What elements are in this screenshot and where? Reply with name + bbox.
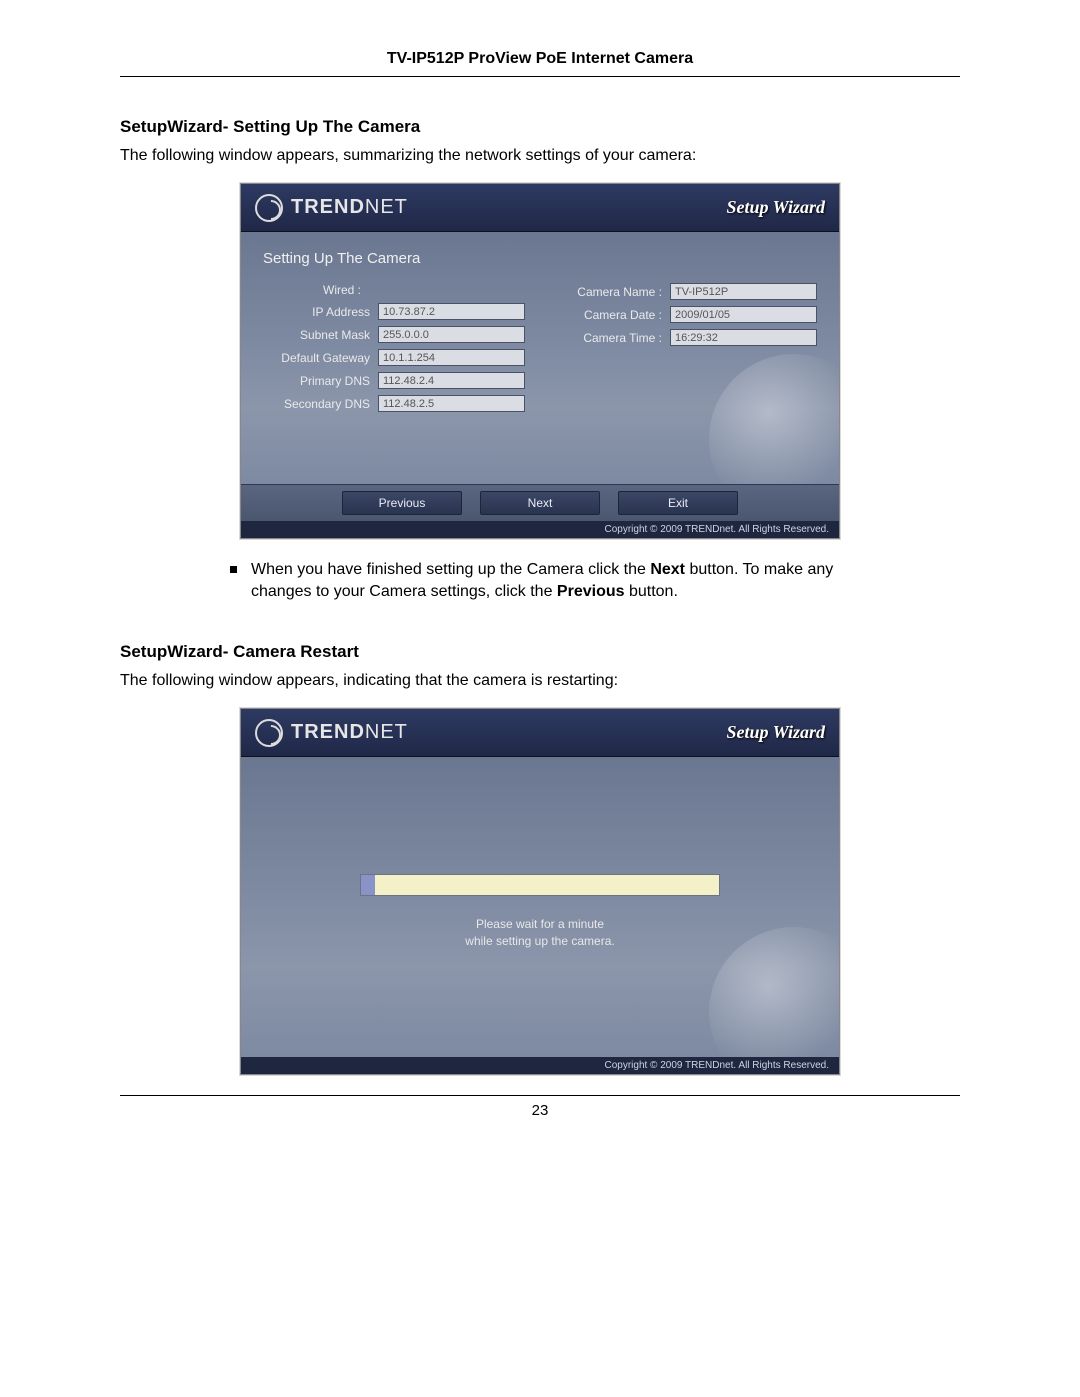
bullet-icon <box>230 566 237 573</box>
camera-date-field[interactable]: 2009/01/05 <box>670 306 817 323</box>
subnet-mask-field[interactable]: 255.0.0.0 <box>378 326 525 343</box>
section1-intro: The following window appears, summarizin… <box>120 147 960 165</box>
default-gateway-label: Default Gateway <box>263 351 378 365</box>
wizard-copyright-2: Copyright © 2009 TRENDnet. All Rights Re… <box>241 1057 839 1074</box>
primary-dns-field[interactable]: 112.48.2.4 <box>378 372 525 389</box>
wired-header: Wired : <box>263 283 525 297</box>
document-header: TV-IP512P ProView PoE Internet Camera <box>120 50 960 77</box>
primary-dns-label: Primary DNS <box>263 374 378 388</box>
decorative-globe-icon-2 <box>709 927 839 1057</box>
wait-message: Please wait for a minute while setting u… <box>465 916 614 950</box>
section1-title: SetupWizard- Setting Up The Camera <box>120 117 960 137</box>
camera-name-field[interactable]: TV-IP512P <box>670 283 817 300</box>
ip-address-field[interactable]: 10.73.87.2 <box>378 303 525 320</box>
wizard-body-wait: Please wait for a minute while setting u… <box>241 757 839 1057</box>
brand-text-2: TRENDNET <box>291 721 408 744</box>
secondary-dns-label: Secondary DNS <box>263 397 378 411</box>
bullet-text: When you have finished setting up the Ca… <box>251 559 870 602</box>
wizard-body: Setting Up The Camera Wired : IP Address… <box>241 232 839 484</box>
secondary-dns-field[interactable]: 112.48.2.5 <box>378 395 525 412</box>
setup-wizard-window-2: TRENDNET Setup Wizard Please wait for a … <box>240 708 840 1075</box>
progress-bar <box>360 874 720 896</box>
default-gateway-field[interactable]: 10.1.1.254 <box>378 349 525 366</box>
camera-name-label: Camera Name : <box>555 285 670 299</box>
exit-button[interactable]: Exit <box>618 491 738 515</box>
brand-text: TRENDNET <box>291 196 408 219</box>
camera-time-field[interactable]: 16:29:32 <box>670 329 817 346</box>
wizard-title-2: Setup Wizard <box>726 722 825 743</box>
wizard-banner-2: TRENDNET Setup Wizard <box>241 709 839 757</box>
panel-title: Setting Up The Camera <box>263 250 817 267</box>
subnet-mask-label: Subnet Mask <box>263 328 378 342</box>
wizard-copyright: Copyright © 2009 TRENDnet. All Rights Re… <box>241 521 839 538</box>
section2-title: SetupWizard- Camera Restart <box>120 642 960 662</box>
wizard-title: Setup Wizard <box>726 197 825 218</box>
camera-info-column: Camera Name : TV-IP512P Camera Date : 20… <box>555 283 817 418</box>
next-button[interactable]: Next <box>480 491 600 515</box>
wizard-button-bar: Previous Next Exit <box>241 484 839 521</box>
page-number: 23 <box>120 1095 960 1119</box>
brand: TRENDNET <box>255 194 408 222</box>
section2-intro: The following window appears, indicating… <box>120 672 960 690</box>
camera-date-label: Camera Date : <box>555 308 670 322</box>
wired-column: Wired : IP Address 10.73.87.2 Subnet Mas… <box>263 283 525 418</box>
section1-bullet: When you have finished setting up the Ca… <box>230 559 870 602</box>
camera-time-label: Camera Time : <box>555 331 670 345</box>
setup-wizard-window-1: TRENDNET Setup Wizard Setting Up The Cam… <box>240 183 840 539</box>
brand-2: TRENDNET <box>255 719 408 747</box>
previous-button[interactable]: Previous <box>342 491 462 515</box>
brand-logo-icon-2 <box>255 719 283 747</box>
ip-address-label: IP Address <box>263 305 378 319</box>
progress-fill <box>361 875 375 895</box>
wizard-banner: TRENDNET Setup Wizard <box>241 184 839 232</box>
brand-logo-icon <box>255 194 283 222</box>
